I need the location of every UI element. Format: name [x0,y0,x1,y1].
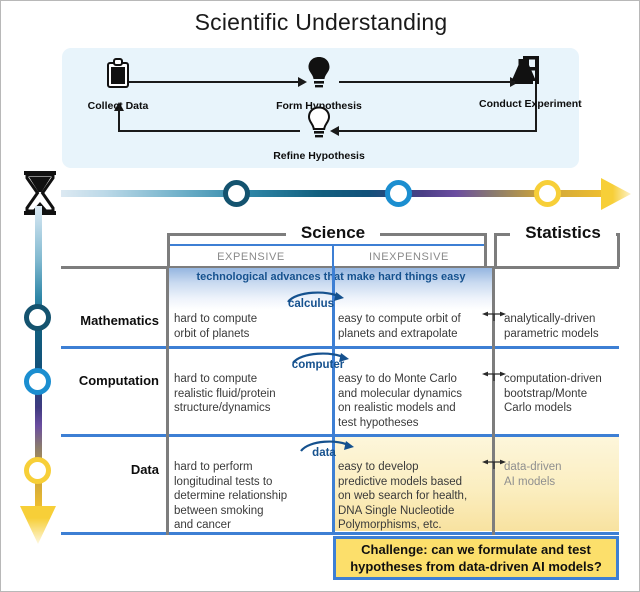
advance-label-calculus: calculus [287,298,335,310]
flow-node-collect-data: Collect Data [70,58,166,114]
link-arrow-mathematics [482,311,506,321]
row-label-computation: Computation [78,373,159,388]
horizontal-timeline-arrow-fade [601,178,634,210]
technological-advances-banner-label: technological advances that make hard th… [196,271,466,283]
link-arrow-data [482,459,506,469]
vertical-timeline-arrow-fade [20,506,57,546]
flask-stand-icon [479,56,575,91]
advance-label-computer: computer [291,359,345,371]
cell-mathematics-statistics: analytically-driven parametric models [504,313,599,340]
flow-node-refine-hypothesis: Refine Hypothesis [265,106,373,164]
row-label-data: Data [130,462,159,477]
link-arrow-computation [482,371,506,381]
cell-mathematics-expensive: hard to compute orbit of planets [174,313,258,340]
diagram-canvas: Scientific Understanding Collect Data Fo… [0,0,640,592]
row-rule-mathematics [61,346,619,349]
cell-computation-statistics: computation-driven bootstrap/Monte Carlo… [504,373,602,414]
subheader-expensive: EXPENSIVE [170,244,332,267]
statistics-header-label: Statistics [510,223,616,243]
horizontal-marker-computation [385,180,412,207]
scientific-method-flow-panel: Collect Data Form Hypothesis Conduct Exp… [62,48,582,168]
horizontal-timeline-track [61,190,609,197]
flow-label-collect-data: Collect Data [87,100,149,112]
flow-label-refine-hypothesis: Refine Hypothesis [273,150,365,162]
flow-label-conduct-experiment: Conduct Experiment [479,98,582,110]
cell-mathematics-inexpensive: easy to compute orbit of planets and ext… [338,313,461,340]
advance-label-data: data [312,447,336,459]
column-divider-science-statistics-overlay [492,266,495,535]
cell-data-expensive: hard to perform longitudinal tests to de… [174,461,288,531]
subheader-inexpensive: INEXPENSIVE [334,244,484,267]
cell-computation-expensive: hard to compute realistic fluid/protein … [174,373,276,414]
horizontal-marker-mathematics [223,180,250,207]
science-header-label: Science [286,223,380,243]
subheader-divider [332,244,334,267]
cell-data-inexpensive: easy to develop predictive models based … [338,461,468,531]
lightbulb-filled-icon [267,56,371,93]
vertical-marker-data [24,457,51,484]
vertical-marker-mathematics [24,304,51,331]
challenge-callout: Challenge: can we formulate and test hyp… [333,536,619,580]
flow-node-conduct-experiment: Conduct Experiment [479,56,582,112]
cell-data-statistics: data-driven AI models [504,461,562,488]
lightbulb-outline-icon [265,106,373,143]
horizontal-marker-data [534,180,561,207]
clipboard-icon [70,58,166,93]
cell-computation-inexpensive: easy to do Monte Carlo and molecular dyn… [338,373,463,429]
page-title: Scientific Understanding [194,9,448,35]
row-label-mathematics: Mathematics [80,313,159,328]
